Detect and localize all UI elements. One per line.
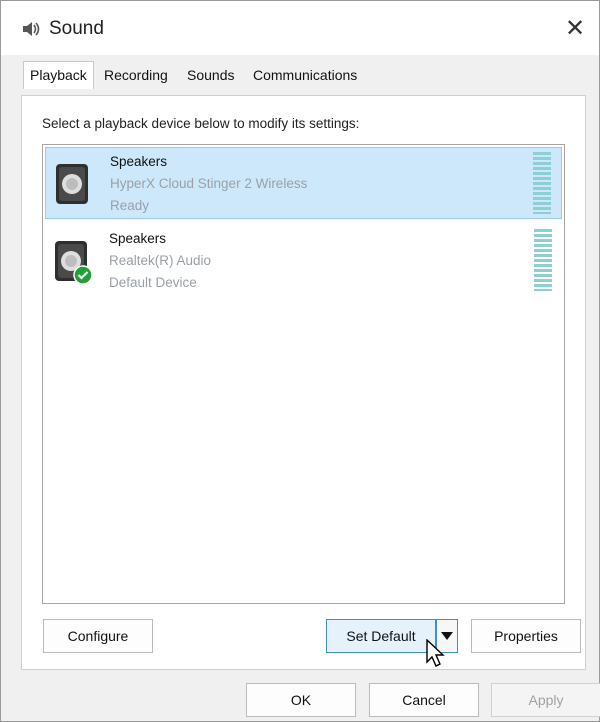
mouse-pointer-icon xyxy=(425,638,447,669)
instruction-text: Select a playback device below to modify… xyxy=(42,116,360,131)
close-icon: ✕ xyxy=(564,14,586,42)
sound-dialog: Sound ✕ Playback Recording Sounds Commun… xyxy=(0,0,600,722)
device-description: Realtek(R) Audio xyxy=(109,253,212,268)
device-item-hyperx[interactable]: Speakers HyperX Cloud Stinger 2 Wireless… xyxy=(45,147,562,219)
device-name: Speakers xyxy=(109,231,167,246)
tab-sounds[interactable]: Sounds xyxy=(187,67,234,83)
device-status: Ready xyxy=(110,198,150,213)
default-check-icon xyxy=(73,265,93,285)
speaker-device-icon xyxy=(53,239,93,285)
volume-meter xyxy=(534,229,552,291)
tab-communications[interactable]: Communications xyxy=(253,67,357,83)
tab-strip: Playback Recording Sounds Communications xyxy=(1,55,599,97)
cancel-button[interactable]: Cancel xyxy=(369,683,479,717)
speaker-icon xyxy=(21,19,41,39)
ok-button[interactable]: OK xyxy=(246,683,356,717)
volume-meter xyxy=(533,152,551,214)
configure-button[interactable]: Configure xyxy=(43,619,153,653)
device-name: Speakers xyxy=(110,154,168,169)
speaker-device-icon xyxy=(54,162,94,208)
device-description: HyperX Cloud Stinger 2 Wireless xyxy=(110,176,308,191)
apply-button[interactable]: Apply xyxy=(491,683,600,717)
close-button[interactable]: ✕ xyxy=(551,1,599,55)
device-list: Speakers HyperX Cloud Stinger 2 Wireless… xyxy=(42,144,565,604)
set-default-button[interactable]: Set Default xyxy=(326,619,436,653)
tab-recording[interactable]: Recording xyxy=(104,67,168,83)
playback-panel: Select a playback device below to modify… xyxy=(21,95,586,670)
device-status: Default Device xyxy=(109,275,197,290)
device-item-realtek[interactable]: Speakers Realtek(R) Audio Default Device xyxy=(45,225,562,297)
window-title: Sound xyxy=(49,18,104,39)
properties-button[interactable]: Properties xyxy=(471,619,581,653)
title-bar: Sound ✕ xyxy=(1,1,599,55)
tab-playback[interactable]: Playback xyxy=(23,61,94,89)
